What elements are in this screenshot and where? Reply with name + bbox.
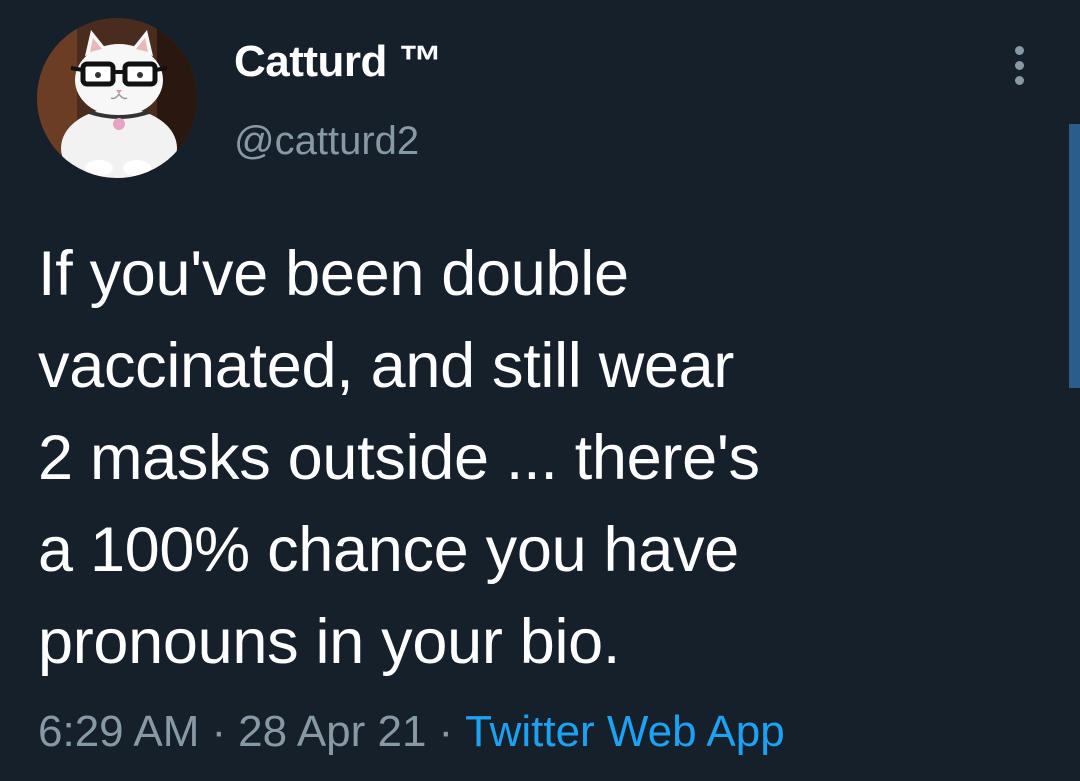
tweet-text-line: 2 masks outside ... there's bbox=[38, 423, 760, 493]
display-name[interactable]: Catturd ™ bbox=[234, 36, 443, 88]
more-options-button[interactable] bbox=[1000, 40, 1040, 90]
tweet-source-link[interactable]: Twitter Web App bbox=[465, 707, 785, 756]
tweet: Catturd ™ @catturd2 If you've been doubl… bbox=[0, 0, 1080, 781]
tweet-time[interactable]: 6:29 AM bbox=[38, 707, 199, 756]
tweet-date[interactable]: 28 Apr 21 bbox=[238, 707, 426, 756]
avatar[interactable] bbox=[37, 18, 197, 178]
tweet-metadata: 6:29 AM · 28 Apr 21 · Twitter Web App bbox=[38, 704, 785, 760]
user-handle[interactable]: @catturd2 bbox=[234, 116, 419, 166]
tweet-text-line: pronouns in your bio. bbox=[38, 607, 621, 677]
cat-avatar-icon bbox=[37, 18, 197, 178]
tweet-text-line: a 100% chance you have bbox=[38, 515, 739, 585]
tweet-text-line: vaccinated, and still wear bbox=[38, 331, 735, 401]
separator: · bbox=[438, 707, 454, 756]
scrollbar[interactable] bbox=[1069, 124, 1080, 388]
tweet-text: If you've been double vaccinated, and st… bbox=[38, 228, 1038, 688]
tweet-text-line: If you've been double bbox=[38, 239, 629, 309]
separator: · bbox=[211, 707, 227, 756]
